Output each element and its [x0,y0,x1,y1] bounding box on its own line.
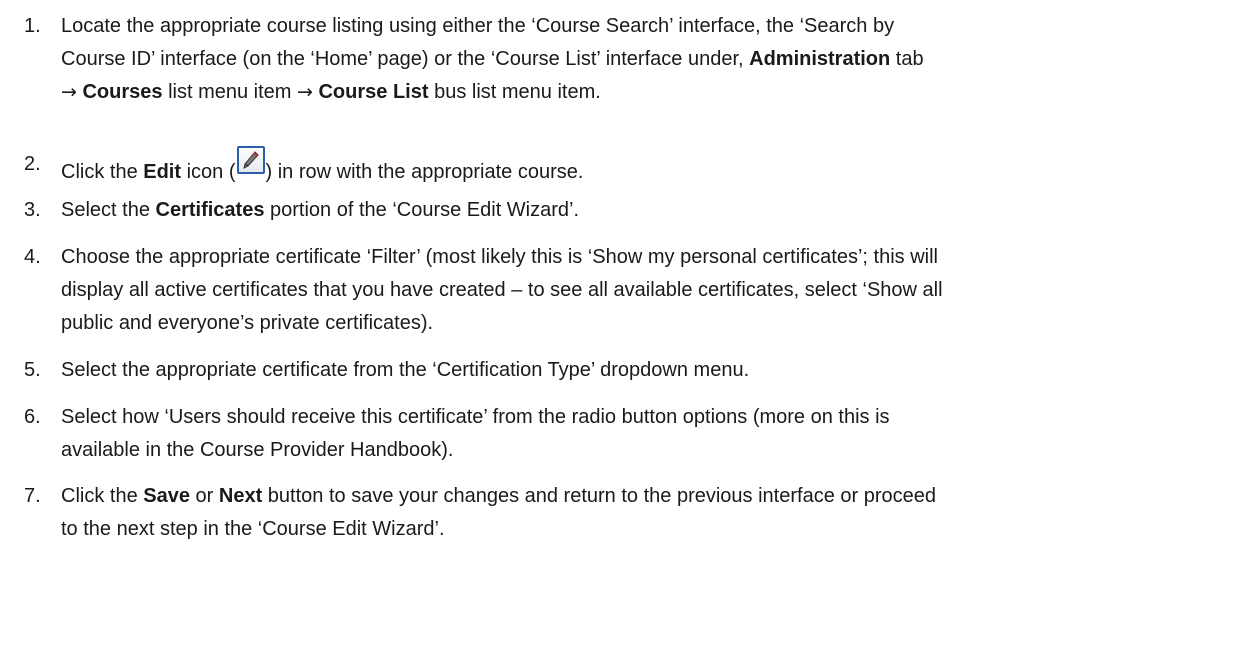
step-7-line-2: to the next step in the ‘Course Edit Wiz… [61,518,445,540]
step-text: Click the [61,485,144,507]
administration-tab-ref: Administration [749,48,891,70]
edit-icon-ref: Edit [143,161,182,183]
right-arrow-icon: → [61,81,77,103]
right-arrow-icon: → [297,81,313,103]
step-text: icon ( [181,161,236,183]
step-6-line-1: Select how ‘Users should receive this ce… [61,406,890,428]
step-number: 2. [24,153,41,175]
step-5-line-1: Select the appropriate certificate from … [61,359,750,381]
next-button-ref: Next [218,485,263,507]
step-4-line-2: display all active certificates that you… [61,279,943,301]
step-1-line-2: Course ID’ interface (on the ‘Home’ page… [61,49,924,69]
step-1-line-1: Locate the appropriate course listing us… [61,15,895,37]
step-text: bus list menu item. [428,81,601,103]
step-7-line-1: Click the Save or Next button to save yo… [61,486,936,506]
step-text: tab [890,48,924,70]
step-4-line-1: Choose the appropriate certificate ‘Filt… [61,246,938,268]
step-number: 4. [24,246,41,268]
step-text: ) in row with the appropriate course. [265,161,584,183]
step-text: list menu item [162,81,297,103]
step-number: 7. [24,485,41,507]
pencil-edit-icon [236,146,265,174]
step-text: Click the [61,161,144,183]
course-list-menu-ref: Course List [318,81,429,103]
step-number: 6. [24,406,41,428]
step-text: Select the [61,199,156,221]
step-text: or [189,485,219,507]
step-text: portion of the ‘Course Edit Wizard’. [264,199,580,221]
step-1-line-3: → Courses list menu item → Course List b… [61,82,601,102]
courses-menu-ref: Courses [82,81,163,103]
step-6-line-2: available in the Course Provider Handboo… [61,439,454,461]
instructions-document: 1. Locate the appropriate course listing… [0,0,1244,654]
step-2-line-1: Click the Edit icon ( ) in row with the a… [61,146,584,183]
step-text: button to save your changes and return t… [262,485,936,507]
step-number: 1. [24,15,41,37]
save-button-ref: Save [143,485,190,507]
step-number: 5. [24,359,41,381]
step-number: 3. [24,199,41,221]
certificates-ref: Certificates [155,199,265,221]
step-3-line-1: Select the Certificates portion of the ‘… [61,200,579,220]
step-4-line-3: public and everyone’s private certificat… [61,312,434,334]
step-text: Course ID’ interface (on the ‘Home’ page… [61,48,750,70]
